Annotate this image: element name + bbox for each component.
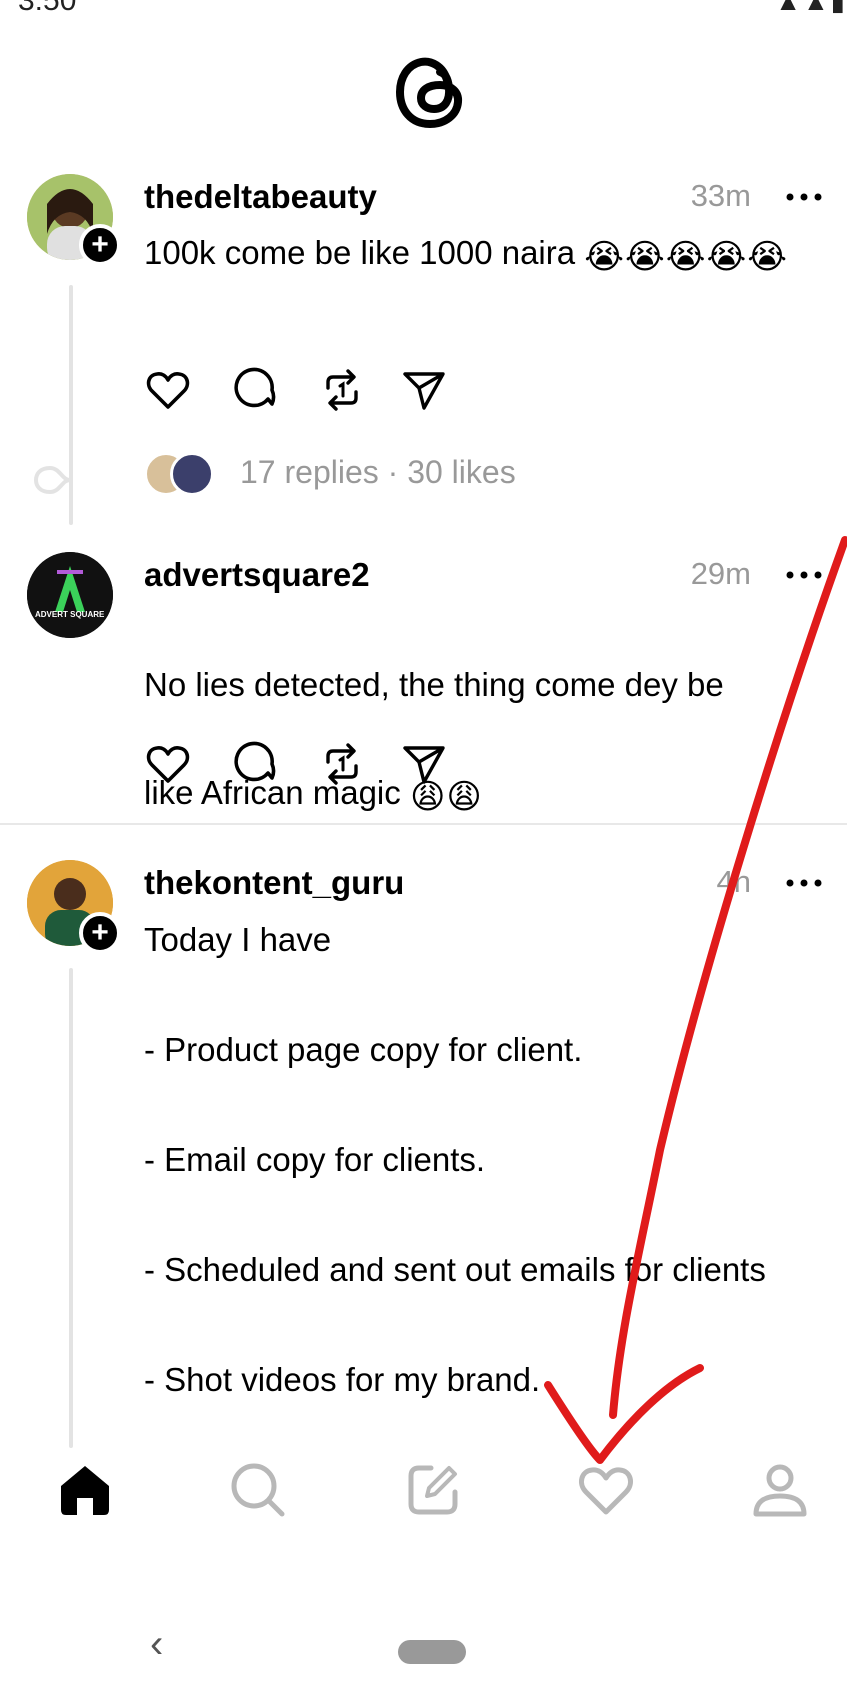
thread-line bbox=[69, 968, 73, 1448]
repost-icon[interactable] bbox=[318, 740, 366, 788]
emoji: 😭😭😭😭😭 bbox=[584, 238, 788, 276]
post-time: 29m bbox=[690, 556, 751, 591]
post-time: 33m bbox=[690, 178, 751, 213]
repost-icon[interactable] bbox=[318, 366, 366, 414]
profile-icon bbox=[753, 1464, 807, 1517]
comment-icon[interactable] bbox=[232, 366, 280, 414]
post-text: No lies detected, the thing come dey be … bbox=[144, 604, 824, 824]
share-icon[interactable] bbox=[400, 740, 448, 788]
post-divider bbox=[0, 823, 847, 825]
heart-icon bbox=[578, 1467, 634, 1515]
post-actions bbox=[144, 366, 445, 414]
status-bar: 3:50 ▲▲▮ bbox=[0, 0, 847, 18]
heart-icon[interactable] bbox=[144, 740, 192, 788]
post-username[interactable]: thekontent_guru bbox=[144, 864, 404, 902]
nav-home[interactable] bbox=[30, 1440, 140, 1550]
post-time: 4h bbox=[716, 864, 751, 899]
post-username[interactable]: advertsquare2 bbox=[144, 556, 370, 594]
heart-icon[interactable] bbox=[144, 366, 192, 414]
compose-icon bbox=[408, 1465, 458, 1515]
comment-icon[interactable] bbox=[232, 740, 280, 788]
home-pill[interactable] bbox=[398, 1640, 466, 1664]
bottom-nav bbox=[0, 1440, 847, 1550]
avatar-label: ADVERT SQUARE bbox=[35, 610, 105, 619]
share-icon[interactable] bbox=[400, 366, 448, 414]
reply-avatar bbox=[170, 452, 214, 496]
search-icon bbox=[231, 1463, 285, 1517]
post-actions bbox=[144, 740, 445, 788]
post-body-line1: No lies detected, the thing come dey be bbox=[144, 666, 724, 703]
home-icon bbox=[61, 1466, 109, 1515]
nav-search[interactable] bbox=[203, 1440, 313, 1550]
threads-logo-icon[interactable] bbox=[395, 52, 465, 132]
nav-activity[interactable] bbox=[551, 1440, 661, 1550]
post-username[interactable]: thedeltabeauty bbox=[144, 178, 377, 216]
more-options-icon[interactable] bbox=[779, 868, 829, 898]
post-body: Today I have - Product page copy for cli… bbox=[144, 921, 766, 1398]
more-options-icon[interactable] bbox=[779, 182, 829, 212]
more-options-icon[interactable] bbox=[779, 560, 829, 590]
system-nav-bar: ‹ bbox=[0, 1600, 847, 1685]
nav-compose[interactable] bbox=[378, 1440, 488, 1550]
avatar[interactable]: ADVERT SQUARE bbox=[27, 552, 113, 638]
back-icon[interactable]: ‹ bbox=[150, 1622, 163, 1667]
nav-profile[interactable] bbox=[725, 1440, 835, 1550]
follow-plus-icon[interactable]: + bbox=[79, 912, 121, 954]
follow-plus-icon[interactable]: + bbox=[79, 224, 121, 266]
replies-likes-count[interactable]: 17 replies · 30 likes bbox=[240, 454, 516, 491]
post-body: 100k come be like 1000 naira bbox=[144, 234, 576, 271]
status-time: 3:50 bbox=[18, 0, 77, 17]
post-text: 100k come be like 1000 naira 😭😭😭😭😭 bbox=[144, 226, 824, 284]
thread-loop-icon bbox=[33, 465, 71, 495]
replies-summary[interactable]: 17 replies · 30 likes bbox=[144, 452, 594, 496]
status-icons: ▲▲▮ bbox=[775, 0, 847, 16]
